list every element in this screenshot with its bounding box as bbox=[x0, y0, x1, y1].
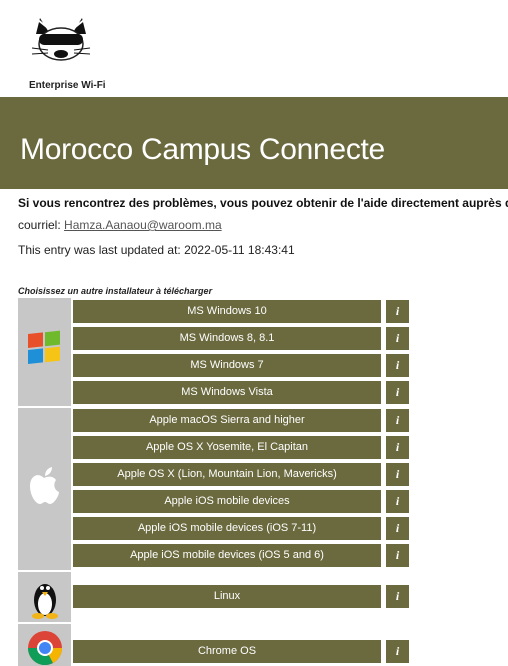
installer-heading: Choisissez un autre installateur à téléc… bbox=[18, 286, 213, 296]
download-button-windows-vista[interactable]: MS Windows Vista bbox=[73, 381, 381, 404]
header-banner: Morocco Campus Connecte bbox=[0, 97, 508, 189]
last-updated-text: This entry was last updated at: 2022-05-… bbox=[18, 243, 295, 257]
info-button[interactable]: i bbox=[386, 544, 409, 567]
installer-row: Apple OS X Yosemite, El Capitan i bbox=[73, 436, 409, 459]
download-button-ios[interactable]: Apple iOS mobile devices bbox=[73, 490, 381, 513]
download-button-windows-10[interactable]: MS Windows 10 bbox=[73, 300, 381, 323]
info-button[interactable]: i bbox=[386, 517, 409, 540]
page-title: Morocco Campus Connecte bbox=[20, 133, 385, 166]
download-button-macos-sierra[interactable]: Apple macOS Sierra and higher bbox=[73, 409, 381, 432]
download-button-osx-yosemite[interactable]: Apple OS X Yosemite, El Capitan bbox=[73, 436, 381, 459]
download-button-chrome-os[interactable]: Chrome OS bbox=[73, 640, 381, 663]
help-text: Si vous rencontrez des problèmes, vous p… bbox=[18, 196, 508, 210]
linux-panel bbox=[18, 572, 71, 622]
installer-row: Linux i bbox=[73, 585, 409, 608]
download-button-ios-7-11[interactable]: Apple iOS mobile devices (iOS 7-11) bbox=[73, 517, 381, 540]
download-button-osx-lion[interactable]: Apple OS X (Lion, Mountain Lion, Maveric… bbox=[73, 463, 381, 486]
info-button[interactable]: i bbox=[386, 381, 409, 404]
info-button[interactable]: i bbox=[386, 640, 409, 663]
info-button[interactable]: i bbox=[386, 585, 409, 608]
info-button[interactable]: i bbox=[386, 300, 409, 323]
contact-email-link[interactable]: Hamza.Aanaou@waroom.ma bbox=[64, 218, 222, 232]
logo-icon bbox=[30, 14, 92, 70]
installer-row: Apple iOS mobile devices (iOS 7-11) i bbox=[73, 517, 409, 540]
windows-logo-icon bbox=[28, 330, 60, 364]
info-button[interactable]: i bbox=[386, 409, 409, 432]
installer-row: Apple OS X (Lion, Mountain Lion, Maveric… bbox=[73, 463, 409, 486]
info-button[interactable]: i bbox=[386, 436, 409, 459]
windows-panel bbox=[18, 298, 71, 406]
download-button-windows-8[interactable]: MS Windows 8, 8.1 bbox=[73, 327, 381, 350]
chrome-logo-icon bbox=[28, 631, 62, 665]
download-button-windows-7[interactable]: MS Windows 7 bbox=[73, 354, 381, 377]
installer-row: Apple macOS Sierra and higher i bbox=[73, 409, 409, 432]
installer-row: Apple iOS mobile devices i bbox=[73, 490, 409, 513]
info-button[interactable]: i bbox=[386, 354, 409, 377]
apple-logo-icon bbox=[30, 467, 59, 504]
apple-panel bbox=[18, 408, 71, 570]
installer-row: MS Windows 10 i bbox=[73, 300, 409, 323]
installer-row: MS Windows 8, 8.1 i bbox=[73, 327, 409, 350]
info-button[interactable]: i bbox=[386, 490, 409, 513]
download-button-ios-5-6[interactable]: Apple iOS mobile devices (iOS 5 and 6) bbox=[73, 544, 381, 567]
installer-row: MS Windows 7 i bbox=[73, 354, 409, 377]
info-button[interactable]: i bbox=[386, 327, 409, 350]
contact-label: courriel: bbox=[18, 218, 61, 232]
installer-row: MS Windows Vista i bbox=[73, 381, 409, 404]
download-button-linux[interactable]: Linux bbox=[73, 585, 381, 608]
logo-caption: Enterprise Wi-Fi bbox=[29, 80, 106, 91]
tux-penguin-icon bbox=[32, 584, 58, 619]
contact-line: courriel: Hamza.Aanaou@waroom.ma bbox=[18, 218, 222, 232]
installer-row: Apple iOS mobile devices (iOS 5 and 6) i bbox=[73, 544, 409, 567]
chrome-panel bbox=[18, 624, 71, 666]
installer-row: Chrome OS i bbox=[73, 640, 409, 663]
info-button[interactable]: i bbox=[386, 463, 409, 486]
